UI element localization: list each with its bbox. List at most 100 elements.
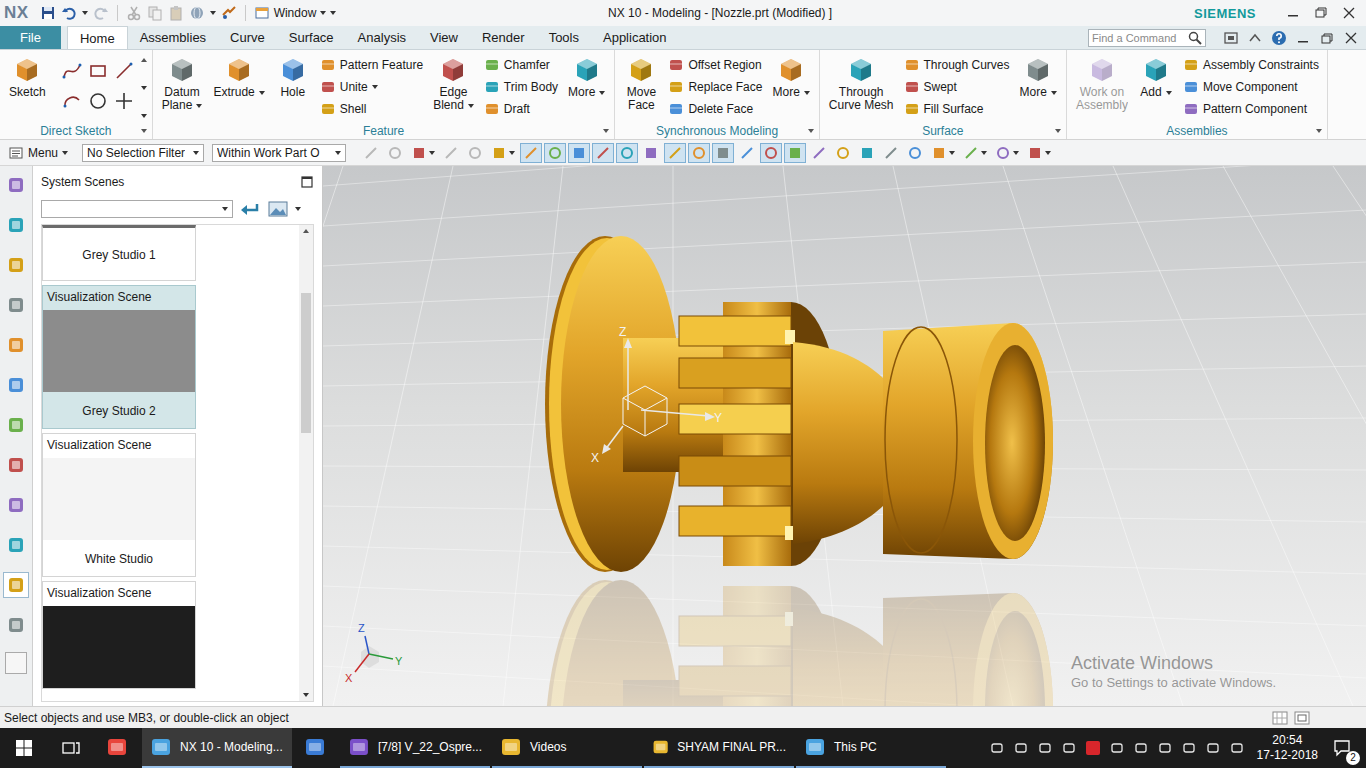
- ribbon-tab[interactable]: Assemblies: [128, 26, 218, 49]
- resource-tab[interactable]: [3, 412, 29, 438]
- group-options-icon[interactable]: [808, 129, 814, 133]
- ribbon-button[interactable]: Sketch: [5, 54, 50, 99]
- toolbar-button[interactable]: [736, 143, 758, 163]
- ribbon-button[interactable]: Add: [1135, 54, 1177, 99]
- resource-tab[interactable]: [3, 372, 29, 398]
- nozzle-model[interactable]: [545, 236, 1053, 572]
- ribbon-tab[interactable]: View: [418, 26, 470, 49]
- ribbon-small-button[interactable]: Swept: [904, 76, 1010, 98]
- close-icon[interactable]: [1336, 3, 1362, 23]
- ribbon-small-button[interactable]: Trim Body: [484, 76, 558, 98]
- model-view[interactable]: ZYXZYX: [323, 166, 1366, 706]
- toolbar-button[interactable]: [616, 143, 638, 163]
- ribbon-button[interactable]: More: [564, 54, 609, 99]
- toolbar-button[interactable]: [488, 143, 518, 163]
- action-center-button[interactable]: 2: [1326, 739, 1360, 757]
- resource-tab[interactable]: [3, 572, 29, 598]
- group-options-icon[interactable]: [1055, 129, 1061, 133]
- scene-card[interactable]: Visualization SceneWhite Studio: [42, 433, 196, 577]
- rectangle-icon[interactable]: [87, 60, 109, 82]
- taskbar-item[interactable]: [292, 728, 338, 768]
- toolbar-button[interactable]: [760, 143, 782, 163]
- ribbon-small-button[interactable]: Delete Face: [668, 98, 762, 120]
- ribbon-tab[interactable]: Curve: [218, 26, 277, 49]
- ribbon-button[interactable]: Extrude: [209, 54, 268, 99]
- scene-card[interactable]: Grey Studio 1: [42, 225, 196, 281]
- ribbon-small-button[interactable]: Pattern Component: [1183, 98, 1319, 120]
- tray-icon[interactable]: [1229, 740, 1245, 756]
- toolbar-button[interactable]: [880, 143, 902, 163]
- magnifier-icon[interactable]: [1188, 31, 1202, 45]
- status-grid-icon[interactable]: [1272, 711, 1288, 725]
- ribbon-button[interactable]: ThroughCurve Mesh: [825, 54, 898, 112]
- toolbar-button[interactable]: [664, 143, 686, 163]
- taskbar-item[interactable]: [94, 728, 140, 768]
- image-icon[interactable]: [267, 200, 289, 218]
- ribbon-small-button[interactable]: Replace Face: [668, 76, 762, 98]
- ribbon-tab[interactable]: Home: [67, 26, 128, 49]
- tray-icon[interactable]: [1013, 740, 1029, 756]
- line-icon[interactable]: [113, 60, 135, 82]
- globe-icon[interactable]: [189, 5, 205, 21]
- status-fullscreen-icon[interactable]: [1294, 711, 1310, 725]
- tray-icon[interactable]: [1205, 740, 1221, 756]
- ribbon-small-button[interactable]: Unite: [320, 76, 423, 98]
- ribbon-tab[interactable]: Render: [470, 26, 537, 49]
- clock[interactable]: 20:5417-12-2018: [1257, 733, 1318, 763]
- scene-card[interactable]: Visualization Scene: [42, 581, 196, 689]
- circle-icon[interactable]: [87, 90, 109, 112]
- ribbon-tab[interactable]: File: [0, 26, 61, 49]
- window-menu[interactable]: Window: [254, 5, 337, 21]
- toolbar-button[interactable]: [960, 143, 990, 163]
- toolbar-button[interactable]: [640, 143, 662, 163]
- ribbon-small-button[interactable]: Through Curves: [904, 54, 1010, 76]
- resource-empty-tab[interactable]: [5, 652, 27, 674]
- part-restore-icon[interactable]: [1318, 29, 1336, 47]
- image-dropdown-icon[interactable]: [295, 207, 301, 211]
- resource-tab[interactable]: [3, 452, 29, 478]
- point-icon[interactable]: [113, 90, 135, 112]
- restore-icon[interactable]: [1308, 3, 1334, 23]
- ribbon-small-button[interactable]: Offset Region: [668, 54, 762, 76]
- start-button[interactable]: [0, 728, 48, 768]
- ribbon-button[interactable]: More: [768, 54, 813, 99]
- filter-dropdown[interactable]: No Selection Filter: [82, 144, 204, 162]
- toolbar-button[interactable]: [592, 143, 614, 163]
- menu-button[interactable]: Menu: [8, 145, 68, 161]
- resource-tab[interactable]: [3, 212, 29, 238]
- toolbar-button[interactable]: [688, 143, 710, 163]
- tray-icon[interactable]: [1181, 740, 1197, 756]
- help-icon[interactable]: [1270, 29, 1288, 47]
- ribbon-small-button[interactable]: Shell: [320, 98, 423, 120]
- resource-tab[interactable]: [3, 612, 29, 638]
- tray-icon[interactable]: [1157, 740, 1173, 756]
- filter-dropdown[interactable]: Within Work Part O: [212, 144, 346, 162]
- undo-icon[interactable]: [61, 5, 77, 21]
- panel-scrollbar[interactable]: [299, 225, 313, 701]
- tray-icon[interactable]: [989, 740, 1005, 756]
- graphics-window[interactable]: ZYXZYXActivate WindowsGo to Settings to …: [323, 166, 1366, 706]
- toolbar-button[interactable]: [544, 143, 566, 163]
- toolbar-button[interactable]: [784, 143, 806, 163]
- tray-icon[interactable]: [1037, 740, 1053, 756]
- globe-dropdown-icon[interactable]: [210, 11, 216, 15]
- save-icon[interactable]: [40, 5, 56, 21]
- part-close-icon[interactable]: [1342, 29, 1360, 47]
- taskbar-item[interactable]: This PC: [796, 728, 946, 768]
- tray-icon[interactable]: [1061, 740, 1077, 756]
- ribbon-small-button[interactable]: Fill Surface: [904, 98, 1010, 120]
- ribbon-button[interactable]: Hole: [272, 54, 314, 99]
- maximize-panel-icon[interactable]: [300, 175, 314, 189]
- ribbon-button[interactable]: EdgeBlend: [429, 54, 478, 112]
- ribbon-small-button[interactable]: Chamfer: [484, 54, 558, 76]
- group-options-icon[interactable]: [141, 129, 147, 133]
- nx-logo[interactable]: NX: [4, 3, 29, 23]
- toolbar-button[interactable]: [568, 143, 590, 163]
- resource-tab[interactable]: [3, 532, 29, 558]
- ribbon-small-button[interactable]: Draft: [484, 98, 558, 120]
- ribbon-small-button[interactable]: Move Component: [1183, 76, 1319, 98]
- tray-icon[interactable]: [1109, 740, 1125, 756]
- task-view-button[interactable]: [48, 728, 94, 768]
- part-minimize-icon[interactable]: [1294, 29, 1312, 47]
- toolbar-button[interactable]: [520, 143, 542, 163]
